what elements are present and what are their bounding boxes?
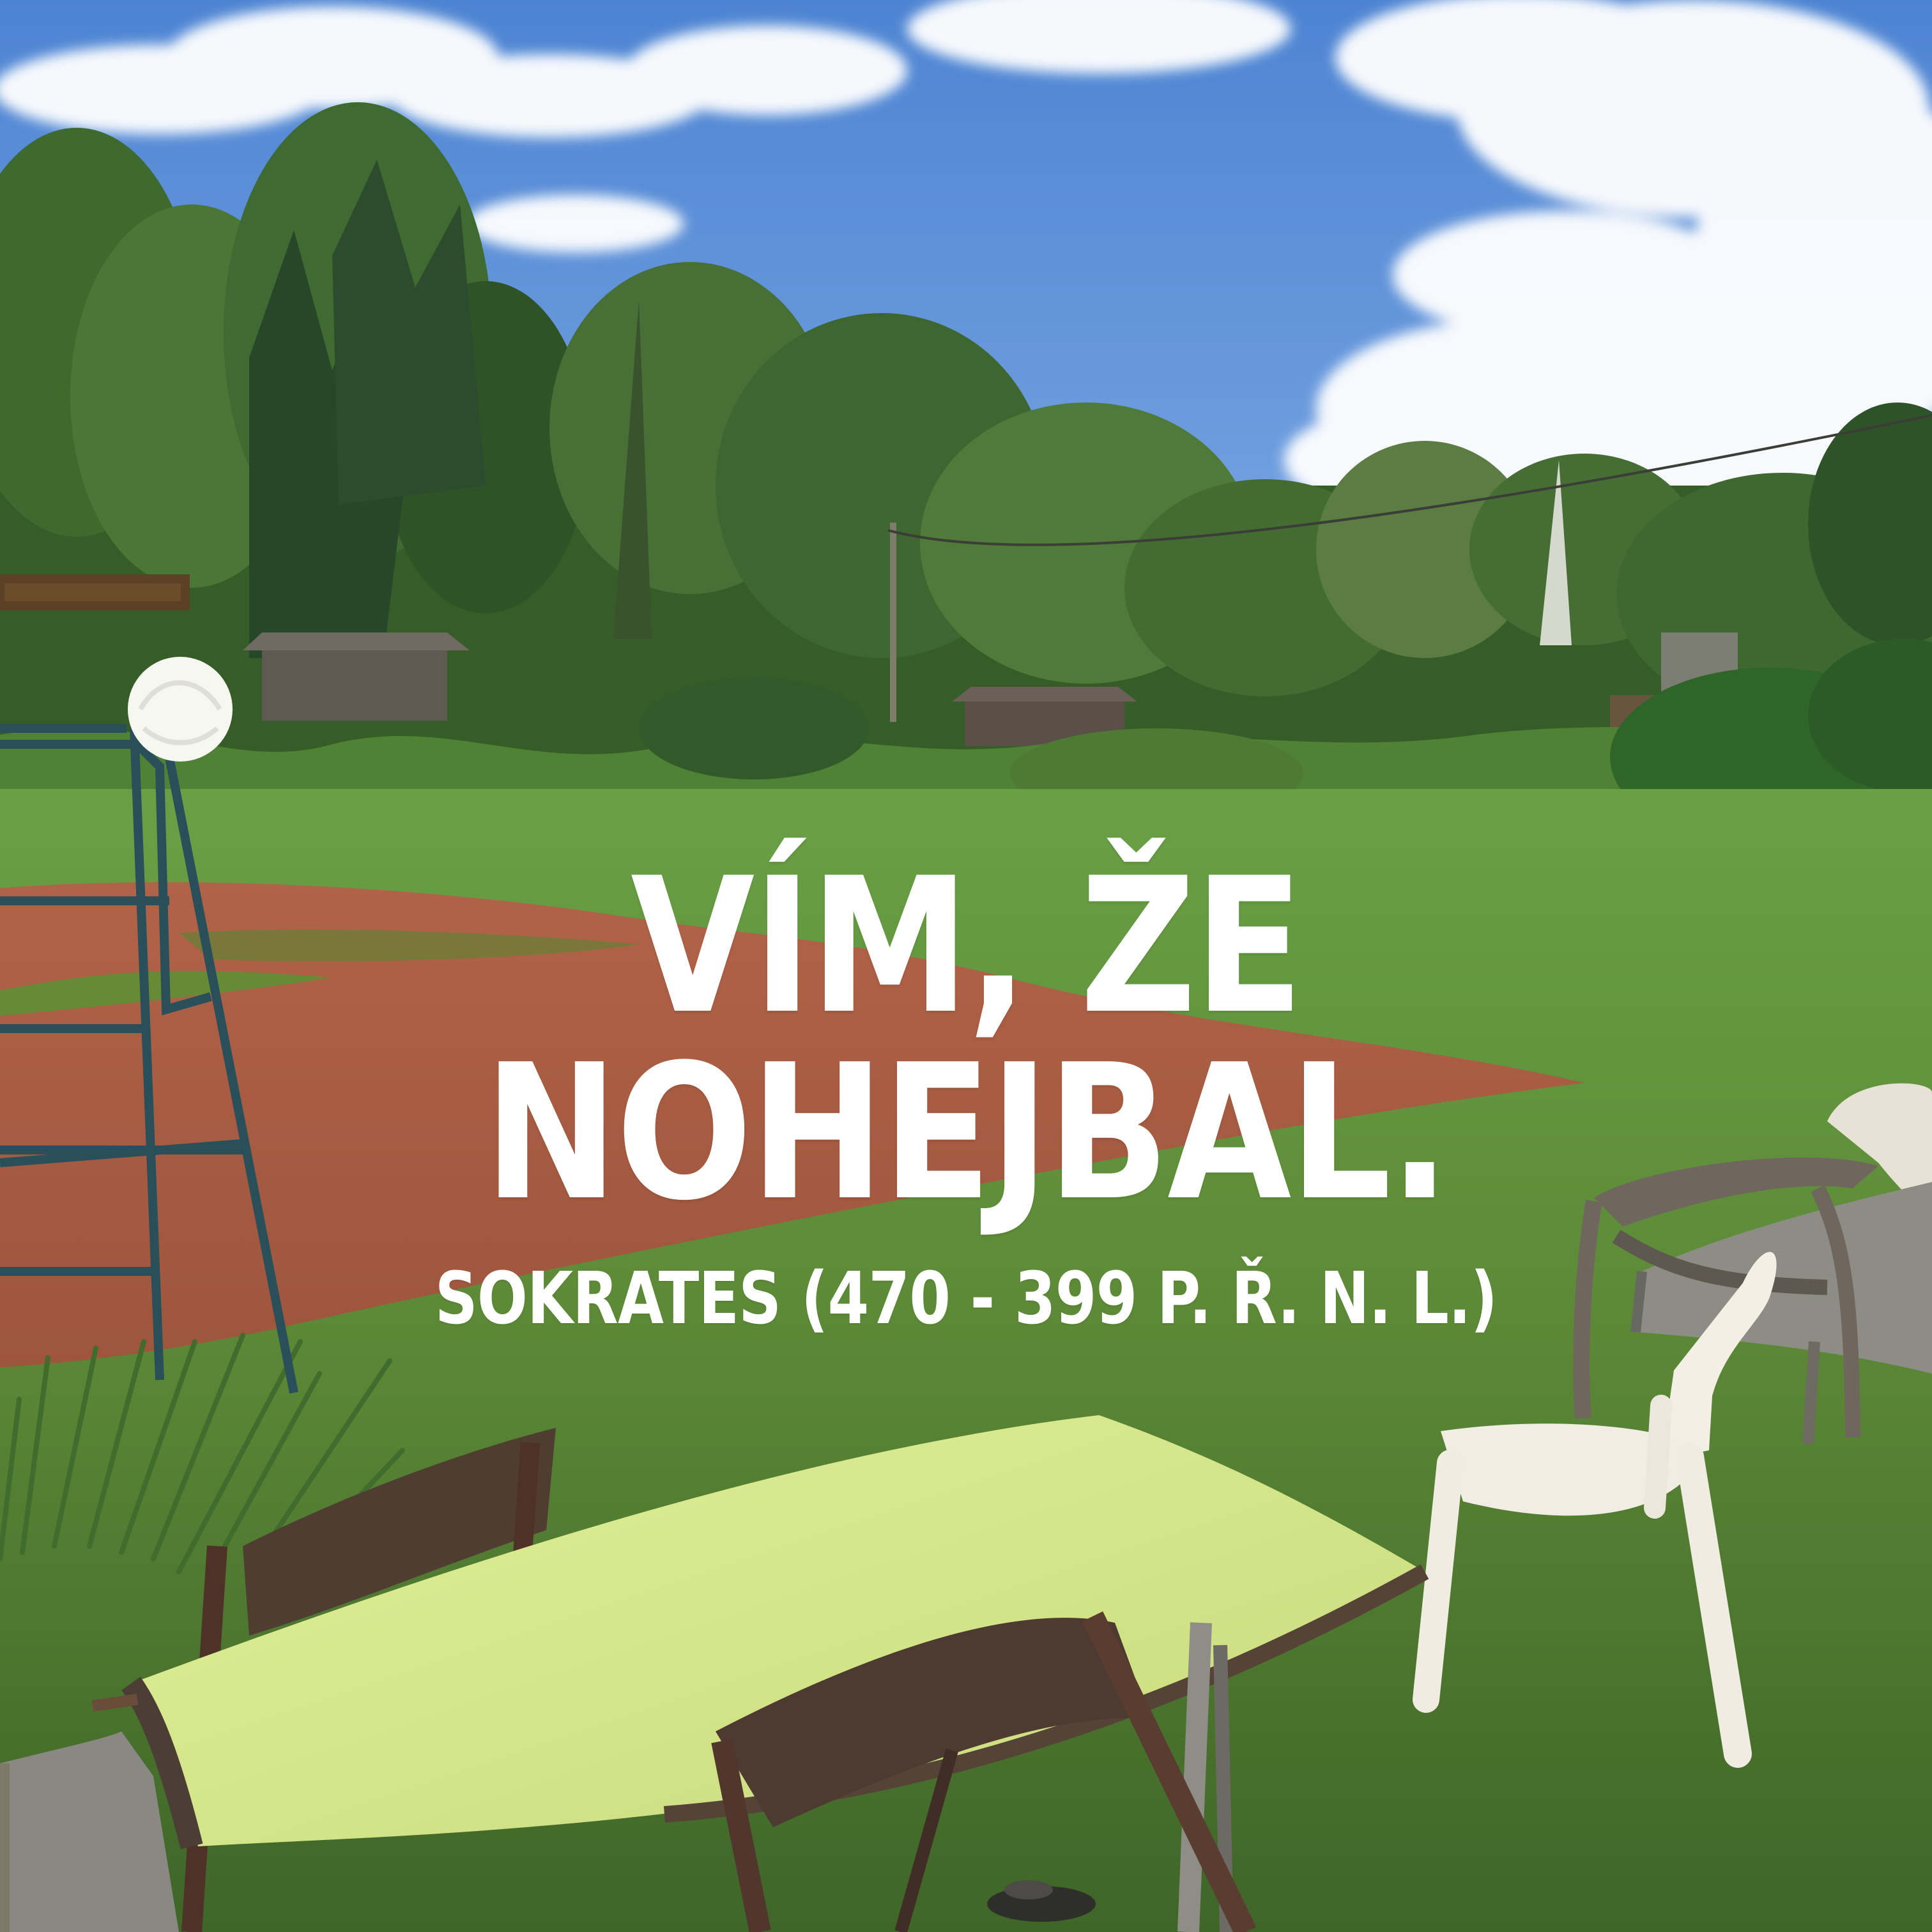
outdoor-photo [0, 0, 1932, 1932]
photo-quote-scene: VÍM, ŽE NOHEJBAL. SOKRATES (470 - 399 P.… [0, 0, 1932, 1932]
paper-lantern [128, 657, 233, 762]
